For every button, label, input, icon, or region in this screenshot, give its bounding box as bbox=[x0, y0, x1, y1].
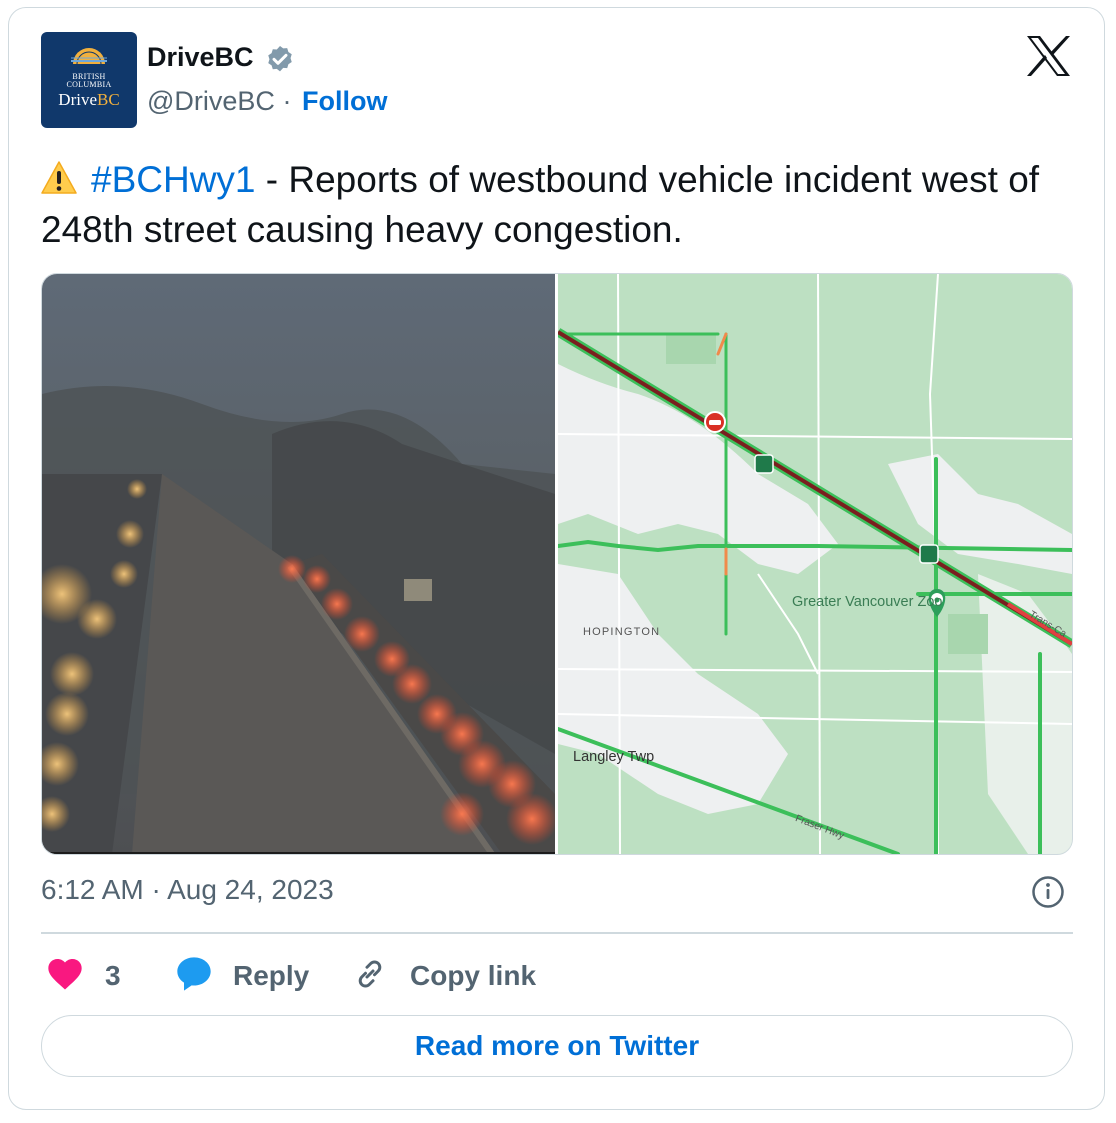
like-count[interactable]: 3 bbox=[105, 960, 121, 992]
action-divider bbox=[41, 932, 1073, 934]
sunrise-logo-icon bbox=[71, 48, 107, 64]
tweet-text: #BCHwy1 - Reports of westbound vehicle i… bbox=[41, 155, 1071, 255]
x-logo-icon[interactable] bbox=[1026, 35, 1071, 77]
author-handle[interactable]: @DriveBC · bbox=[147, 86, 291, 117]
warning-icon bbox=[41, 161, 77, 194]
map-label-hopington: HOPINGTON bbox=[583, 626, 661, 638]
copy-link-button[interactable]: Copy link bbox=[410, 960, 536, 992]
hashtag-link[interactable]: #BCHwy1 bbox=[91, 159, 256, 200]
map-label-zoo: Greater Vancouver Zoo bbox=[792, 594, 943, 610]
traffic-map-image[interactable] bbox=[558, 274, 1072, 854]
avatar[interactable]: BRITISH COLUMBIA DriveBC bbox=[41, 32, 137, 128]
link-icon[interactable] bbox=[352, 956, 388, 992]
reply-button[interactable]: Reply bbox=[233, 960, 309, 992]
author-name[interactable]: DriveBC bbox=[147, 42, 254, 73]
avatar-text-drivebc: DriveBC bbox=[58, 90, 120, 109]
media-container[interactable]: Greater Vancouver Zoo HOPINGTON Langley … bbox=[41, 273, 1073, 855]
info-icon[interactable] bbox=[1031, 875, 1065, 909]
avatar-text-columbia: COLUMBIA bbox=[66, 80, 112, 89]
tweet-timestamp[interactable]: 6:12 AM · Aug 24, 2023 bbox=[41, 874, 334, 906]
read-more-button[interactable]: Read more on Twitter bbox=[41, 1015, 1073, 1077]
map-label-langley: Langley Twp bbox=[573, 749, 655, 765]
highway-camera-image[interactable] bbox=[42, 274, 555, 854]
heart-icon[interactable] bbox=[45, 954, 85, 994]
incident-icon[interactable] bbox=[704, 411, 726, 433]
reply-bubble-icon[interactable] bbox=[174, 954, 214, 994]
verified-badge-icon bbox=[268, 46, 292, 72]
follow-button[interactable]: Follow bbox=[302, 86, 387, 117]
